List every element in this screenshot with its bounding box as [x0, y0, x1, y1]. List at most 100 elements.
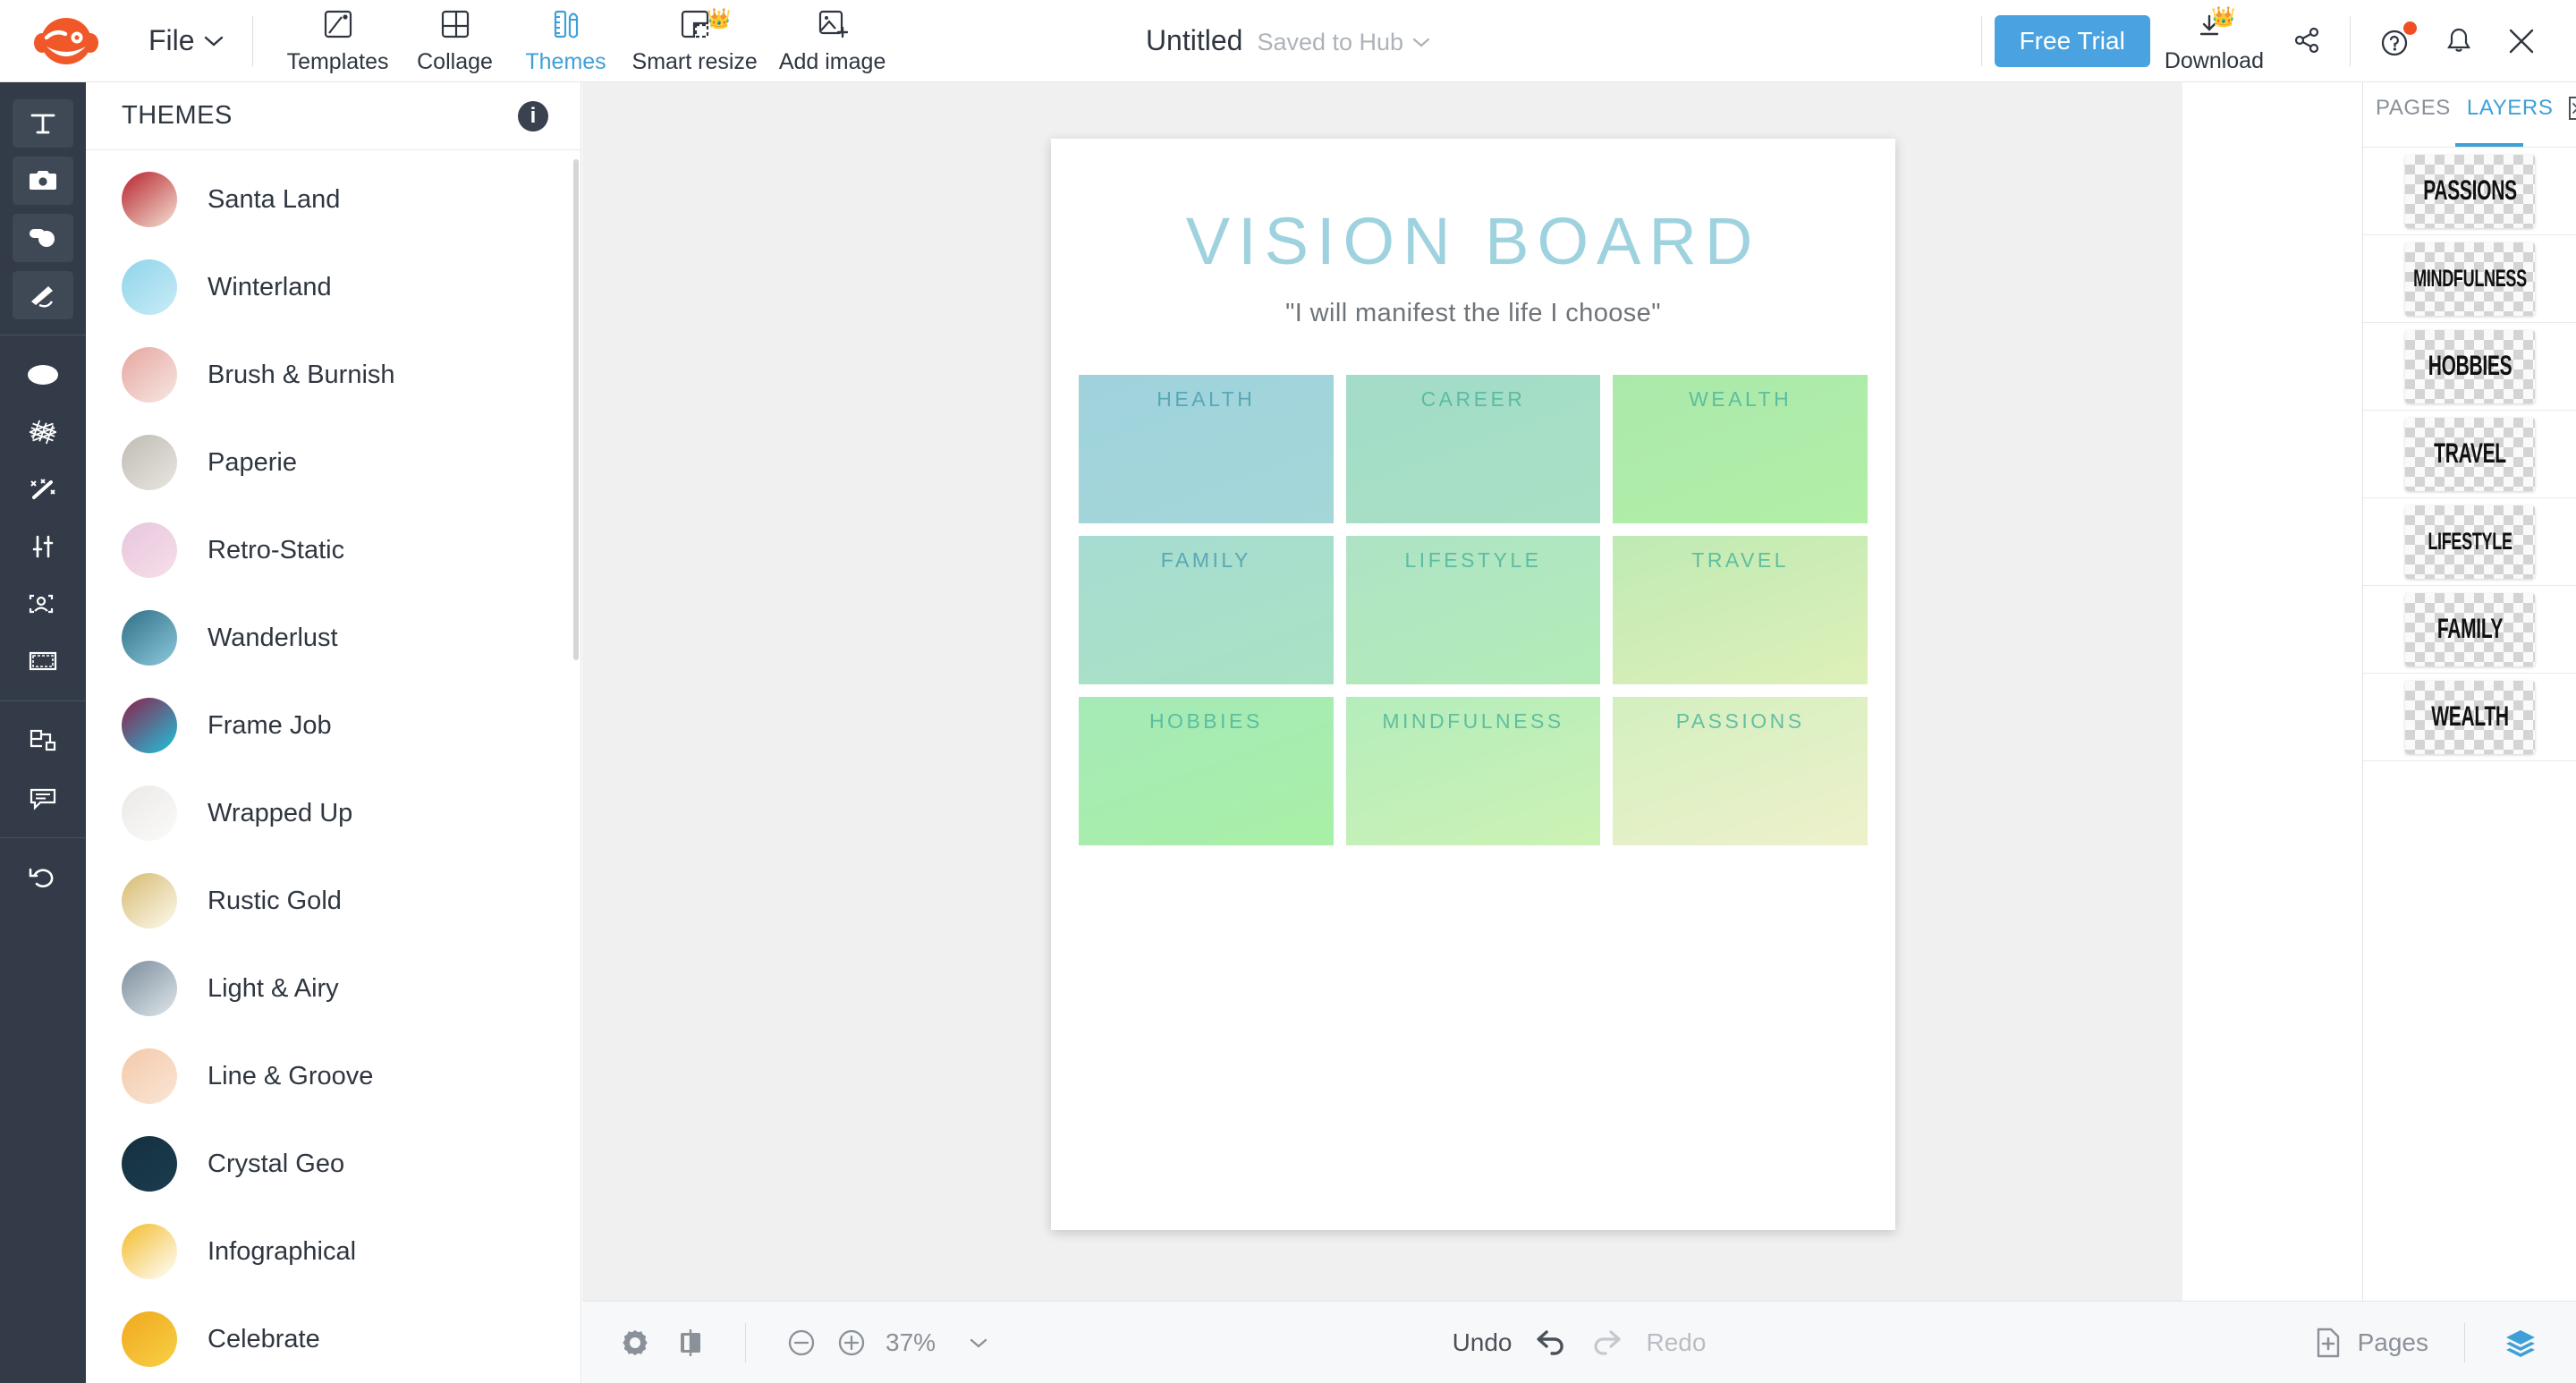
rail-item-draw[interactable] — [13, 271, 73, 319]
rail-item-text[interactable] — [13, 99, 73, 148]
theme-list-item[interactable]: Line & Groove — [86, 1032, 580, 1120]
layers-toggle-button[interactable] — [2481, 1325, 2540, 1361]
tab-collage[interactable]: Collage — [402, 0, 509, 82]
theme-list-item[interactable]: Wrapped Up — [86, 769, 580, 857]
share-button[interactable] — [2278, 23, 2337, 59]
free-trial-button[interactable]: Free Trial — [1995, 15, 2150, 67]
layer-row[interactable]: LIFESTYLE — [2363, 498, 2576, 586]
theme-list-item[interactable]: Santa Land — [86, 156, 580, 243]
save-status-label: Saved to Hub — [1257, 29, 1403, 56]
layer-row[interactable]: WEALTH — [2363, 674, 2576, 761]
themes-panel-scrollbar[interactable] — [573, 159, 579, 660]
vision-board-tile[interactable]: HEALTH — [1079, 375, 1334, 523]
rail-item-shape[interactable] — [13, 351, 73, 399]
vision-board-subtitle[interactable]: "I will manifest the life I choose" — [1051, 299, 1895, 328]
theme-list-item-label: Retro-Static — [208, 536, 344, 565]
vision-board-tile[interactable]: HOBBIES — [1079, 697, 1334, 845]
rail-item-textures[interactable] — [13, 408, 73, 456]
layer-row[interactable]: PASSIONS — [2363, 148, 2576, 235]
vision-board-tile[interactable]: WEALTH — [1613, 375, 1868, 523]
theme-list-item[interactable]: Infographical — [86, 1208, 580, 1295]
zoom-dropdown-button[interactable] — [968, 1336, 989, 1350]
layer-thumbnail: MINDFULNESS — [2405, 242, 2535, 316]
tab-pages[interactable]: PAGES — [2376, 96, 2451, 121]
layer-row[interactable]: HOBBIES — [2363, 323, 2576, 411]
touch-up-face-icon — [26, 590, 60, 617]
undo-button[interactable] — [1532, 1328, 1570, 1358]
theme-list-item[interactable]: Paperie — [86, 419, 580, 506]
rail-item-photo[interactable] — [13, 157, 73, 205]
zoom-out-icon — [785, 1327, 818, 1359]
rail-item-adjust[interactable] — [13, 522, 73, 571]
vision-board-title[interactable]: VISION BOARD — [1051, 203, 1895, 279]
vision-board-tile[interactable]: FAMILY — [1079, 536, 1334, 684]
pages-button[interactable]: Pages — [2293, 1325, 2448, 1361]
toolbar-divider — [252, 16, 253, 66]
redo-label: Redo — [1647, 1328, 1707, 1357]
close-button[interactable] — [2490, 26, 2553, 56]
rail-item-frames[interactable] — [13, 637, 73, 685]
rail-item-arrange[interactable] — [13, 717, 73, 765]
theme-list-item[interactable]: Wanderlust — [86, 594, 580, 682]
settings-button[interactable] — [618, 1326, 652, 1360]
vision-board-tile[interactable]: TRAVEL — [1613, 536, 1868, 684]
theme-list-item[interactable]: Rustic Gold — [86, 857, 580, 945]
save-status-menu[interactable]: Saved to Hub — [1257, 29, 1430, 56]
theme-list-item[interactable]: Brush & Burnish — [86, 331, 580, 419]
theme-list-item[interactable]: Frame Job — [86, 682, 580, 769]
rail-item-effects[interactable] — [13, 465, 73, 513]
smart-resize-icon: 👑 — [678, 5, 712, 43]
theme-list-item-label: Line & Groove — [208, 1062, 373, 1091]
rail-item-comments[interactable] — [13, 774, 73, 822]
theme-list-item[interactable]: Retro-Static — [86, 506, 580, 594]
premium-crown-icon: 👑 — [2211, 7, 2235, 27]
vision-board-tile[interactable]: PASSIONS — [1613, 697, 1868, 845]
tab-themes[interactable]: Themes — [513, 0, 620, 82]
info-icon[interactable]: i — [518, 101, 548, 132]
vision-board-tile[interactable]: MINDFULNESS — [1346, 697, 1601, 845]
tab-layers[interactable]: LAYERS — [2467, 96, 2554, 121]
download-button[interactable]: 👑 Download — [2150, 9, 2278, 74]
file-menu-button[interactable]: File — [132, 24, 240, 57]
theme-list-item-label: Celebrate — [208, 1325, 320, 1354]
layers-panel-close-button[interactable] — [2569, 97, 2576, 120]
canvas-stage[interactable]: VISION BOARD "I will manifest the life I… — [582, 82, 2182, 1301]
tab-smart-resize[interactable]: 👑 Smart resize — [623, 0, 767, 82]
theme-list-item-label: Infographical — [208, 1237, 356, 1267]
design-canvas[interactable]: VISION BOARD "I will manifest the life I… — [1051, 139, 1895, 1230]
page-title[interactable]: Untitled — [1146, 24, 1243, 57]
theme-list-item[interactable]: Crystal Geo — [86, 1120, 580, 1208]
notifications-button[interactable] — [2428, 25, 2490, 57]
theme-list-item[interactable]: Celebrate — [86, 1295, 580, 1383]
zoom-in-button[interactable] — [835, 1327, 868, 1359]
layers-list: PASSIONSMINDFULNESSHOBBIESTRAVELLIFESTYL… — [2363, 148, 2576, 761]
app-logo[interactable] — [0, 16, 132, 66]
add-image-icon — [816, 5, 850, 43]
vision-board-tile[interactable]: CAREER — [1346, 375, 1601, 523]
chevron-down-icon — [1412, 37, 1430, 48]
vision-board-tile-label: CAREER — [1421, 387, 1526, 523]
layer-row[interactable]: MINDFULNESS — [2363, 235, 2576, 323]
redo-button[interactable] — [1589, 1328, 1627, 1358]
layer-row[interactable]: TRAVEL — [2363, 411, 2576, 498]
redo-arrow-icon — [1589, 1328, 1627, 1358]
rail-item-history[interactable] — [13, 853, 73, 902]
theme-list-item[interactable]: Light & Airy — [86, 945, 580, 1032]
layer-row[interactable]: FAMILY — [2363, 586, 2576, 674]
rail-item-graphics[interactable] — [13, 214, 73, 262]
rail-item-touchup[interactable] — [13, 580, 73, 628]
zoom-out-button[interactable] — [785, 1327, 818, 1359]
tab-collage-label: Collage — [417, 49, 493, 75]
compare-button[interactable] — [675, 1326, 706, 1360]
monkey-logo-icon — [32, 16, 100, 66]
tab-templates[interactable]: Templates — [278, 0, 398, 82]
theme-list-item[interactable]: Winterland — [86, 243, 580, 331]
help-button[interactable] — [2363, 25, 2428, 57]
tab-add-image[interactable]: Add image — [770, 0, 895, 82]
crystal-swatch-icon — [122, 1136, 177, 1192]
vision-board-tile[interactable]: LIFESTYLE — [1346, 536, 1601, 684]
undo-arrow-icon — [1532, 1328, 1570, 1358]
celebrate-swatch-icon — [122, 1311, 177, 1367]
split-compare-icon — [675, 1326, 706, 1360]
chevron-down-icon — [204, 35, 224, 47]
